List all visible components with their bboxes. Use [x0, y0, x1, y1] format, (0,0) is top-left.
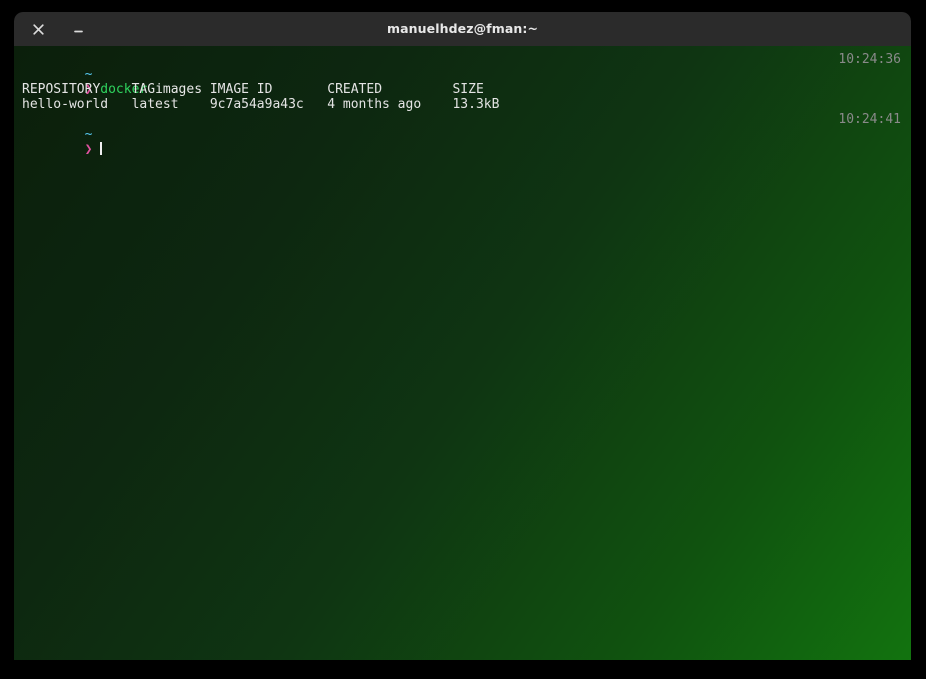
desktop-background: manuelhdez@fman:~ ~ 10:24:36 ❯ docker im… [0, 0, 926, 679]
command-timestamp: 10:24:36 [838, 52, 901, 67]
terminal-window: manuelhdez@fman:~ ~ 10:24:36 ❯ docker im… [14, 12, 911, 660]
table-row: hello-world latest 9c7a54a9a43c 4 months… [22, 97, 500, 112]
active-command-line[interactable]: ❯ [14, 127, 911, 157]
prompt-space-2 [92, 142, 100, 157]
text-cursor [100, 142, 103, 155]
terminal-output-area[interactable]: ~ 10:24:36 ❯ docker images REPOSITORY TA… [14, 46, 911, 660]
window-title: manuelhdez@fman:~ [386, 21, 539, 36]
prompt-cwd-line: ~ 10:24:36 [14, 52, 911, 82]
prompt-cwd-line-2: ~ 10:24:41 [14, 112, 911, 142]
window-titlebar[interactable]: manuelhdez@fman:~ [14, 12, 911, 46]
minimize-icon[interactable] [65, 16, 91, 42]
command-timestamp-2: 10:24:41 [838, 112, 901, 127]
close-icon[interactable] [25, 16, 51, 42]
output-table-header: REPOSITORY TAG IMAGE ID CREATED SIZE [22, 82, 484, 97]
command-input-line[interactable]: ❯ docker images [14, 67, 911, 97]
